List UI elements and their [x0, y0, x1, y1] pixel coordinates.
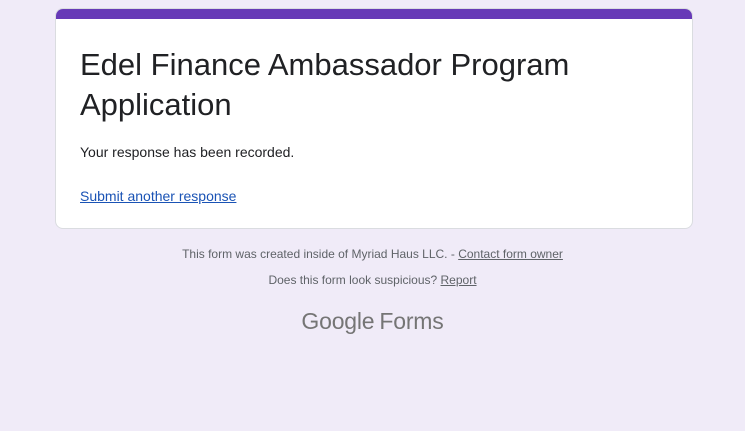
response-card: Edel Finance Ambassador Program Applicat…: [55, 8, 693, 229]
contact-form-owner-link[interactable]: Contact form owner: [458, 247, 563, 261]
submit-another-response-link[interactable]: Submit another response: [80, 186, 236, 206]
suspicious-text: Does this form look suspicious?: [268, 273, 441, 287]
suspicious-notice: Does this form look suspicious? Report: [0, 272, 745, 288]
google-wordmark: Google: [301, 308, 375, 334]
confirmation-message: Your response has been recorded.: [80, 144, 295, 160]
forms-wordmark: Forms: [379, 308, 444, 334]
form-title: Edel Finance Ambassador Program Applicat…: [80, 47, 570, 122]
card-accent-bar: [56, 9, 692, 19]
created-inside-notice: This form was created inside of Myriad H…: [0, 246, 745, 262]
report-link[interactable]: Report: [441, 273, 477, 287]
created-inside-text: This form was created inside of Myriad H…: [182, 247, 459, 261]
google-forms-logo[interactable]: Google Forms: [0, 307, 745, 335]
